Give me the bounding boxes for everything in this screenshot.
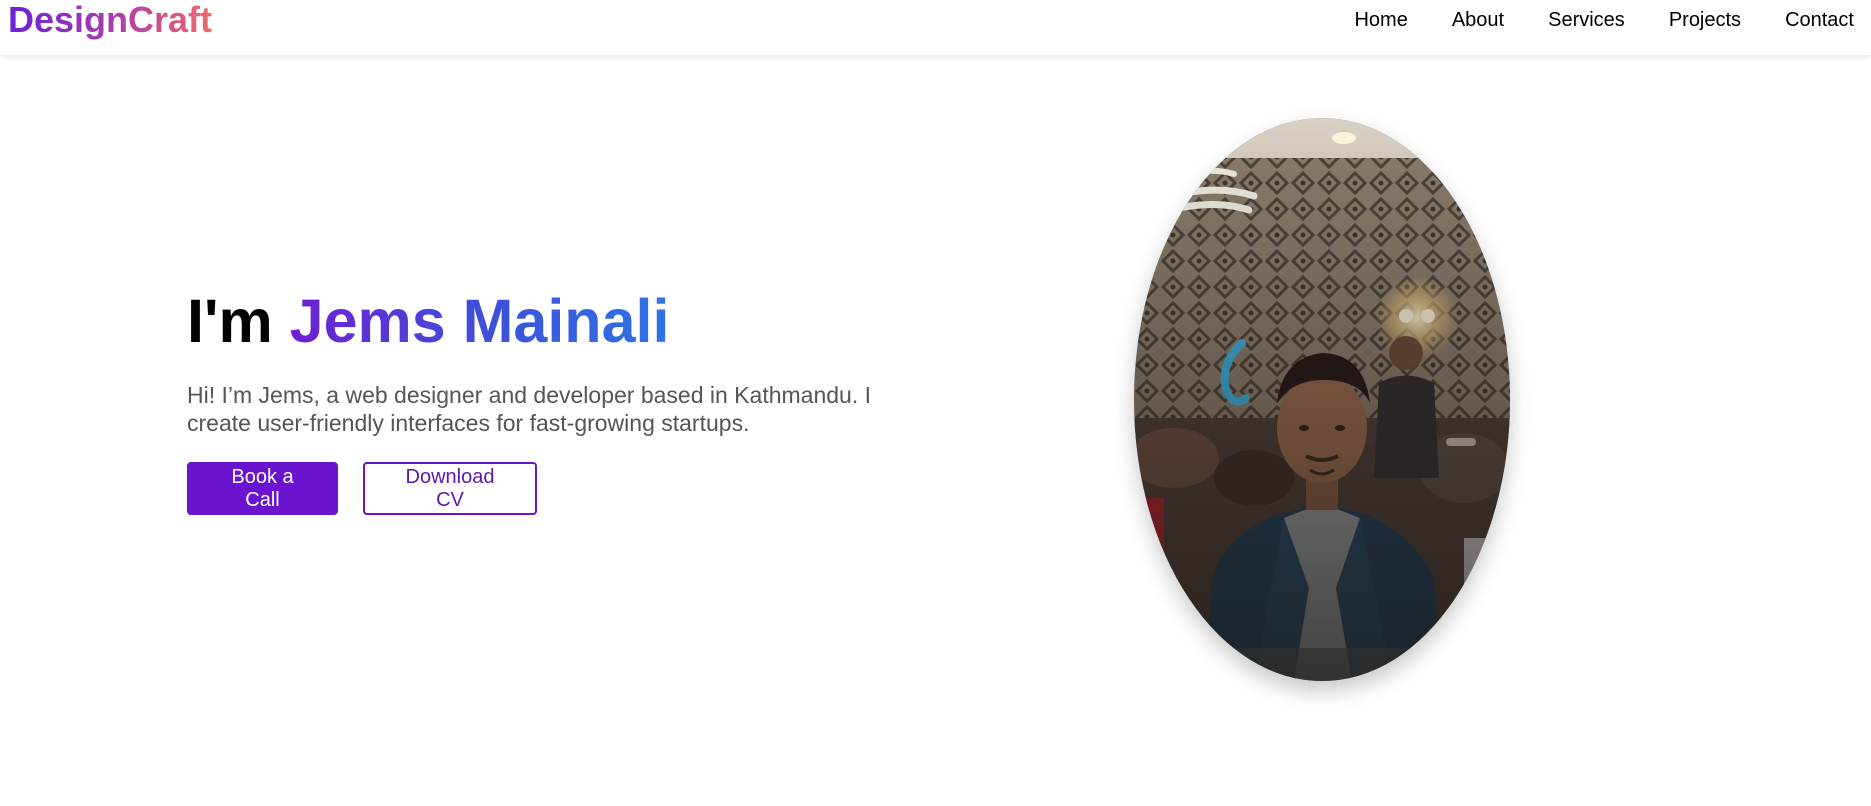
nav-services[interactable]: Services (1548, 9, 1625, 32)
cta-row: Book a Call Download CV (187, 462, 947, 515)
main-nav: Home About Services Projects Contact (1310, 0, 1854, 40)
nav-projects[interactable]: Projects (1669, 9, 1741, 32)
site-header: DesignCraft Home About Services Projects… (0, 0, 1871, 55)
profile-photo-illustration (1134, 118, 1510, 681)
hero-title: I'm Jems Mainali (187, 285, 947, 357)
book-call-button[interactable]: Book a Call (187, 462, 338, 515)
nav-contact[interactable]: Contact (1785, 9, 1854, 32)
hero-title-prefix: I'm (187, 287, 273, 355)
profile-photo (1134, 118, 1510, 681)
site-logo[interactable]: DesignCraft (8, 0, 212, 40)
nav-home[interactable]: Home (1354, 9, 1407, 32)
nav-about[interactable]: About (1452, 9, 1504, 32)
hero-name: Jems Mainali (289, 287, 670, 355)
download-cv-button[interactable]: Download CV (363, 462, 537, 515)
hero-section: I'm Jems Mainali Hi! I’m Jems, a web des… (187, 285, 947, 515)
hero-intro: Hi! I’m Jems, a web designer and develop… (187, 382, 871, 436)
